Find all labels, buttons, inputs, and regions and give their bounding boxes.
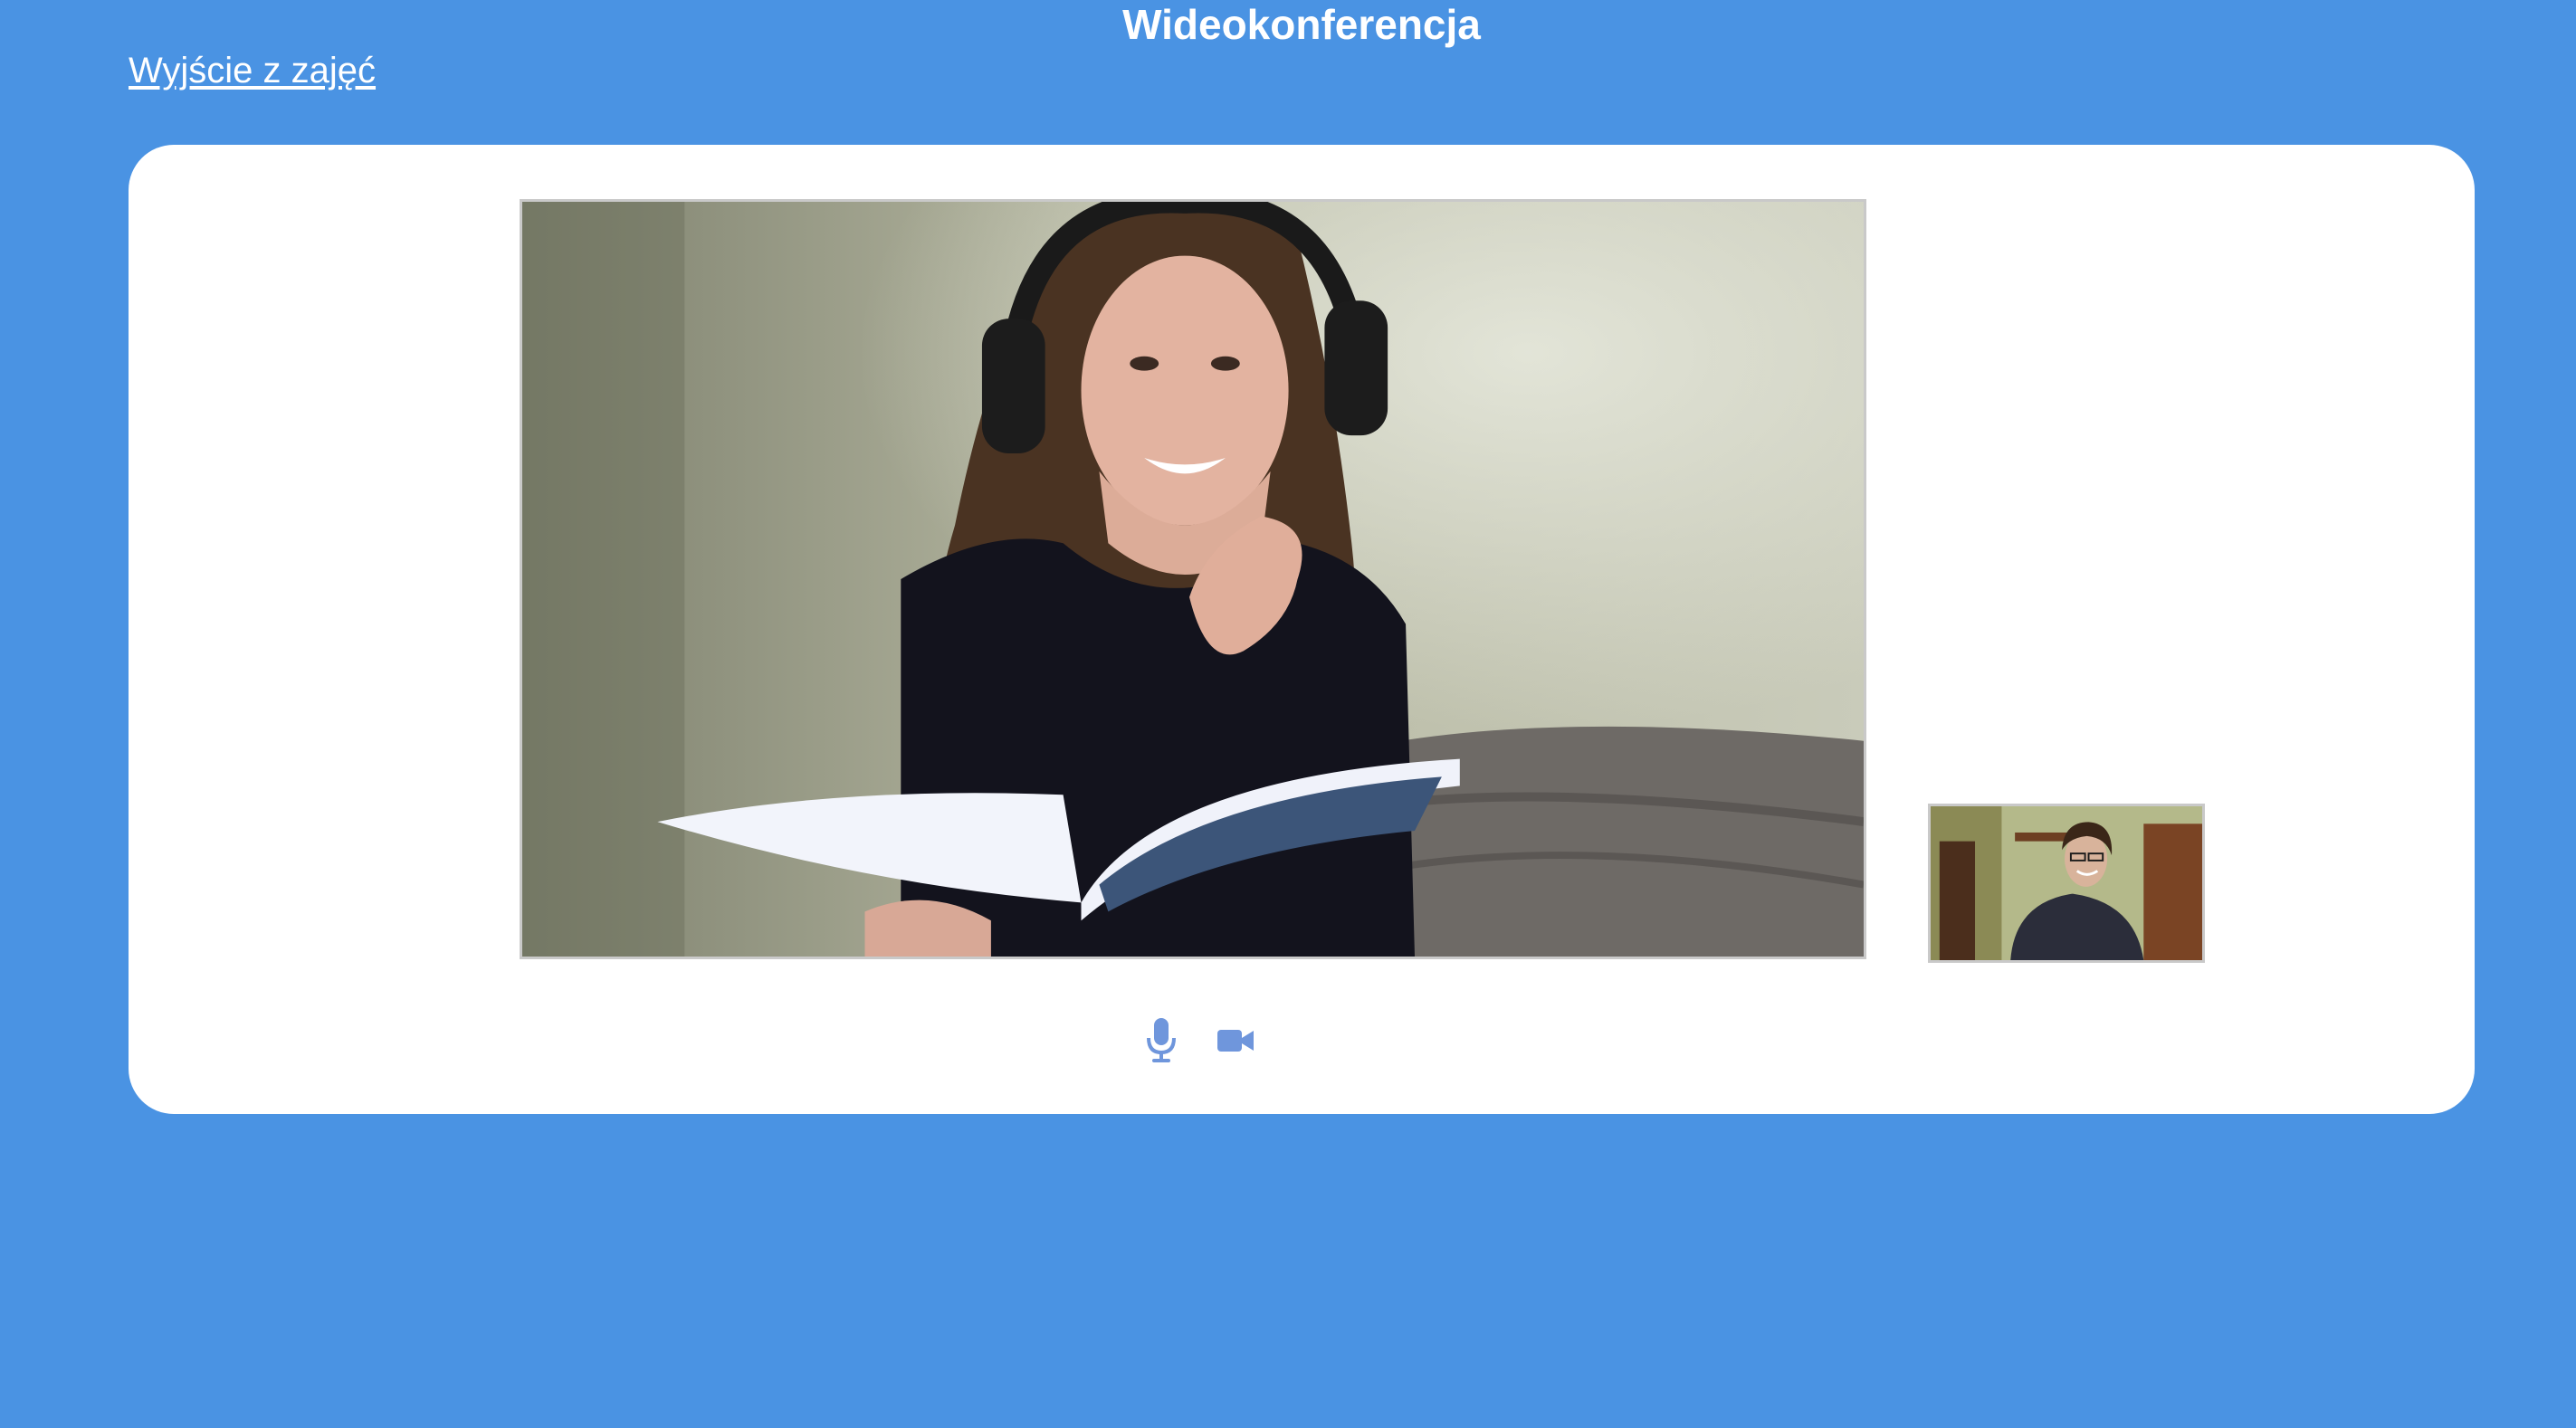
video-panel [129, 145, 2475, 1114]
media-controls [1140, 1014, 1256, 1068]
remote-video-feed [520, 199, 1866, 959]
exit-class-link[interactable]: Wyjście z zajęć [129, 45, 376, 96]
camera-toggle-button[interactable] [1215, 1014, 1256, 1068]
self-video-frame [1931, 806, 2202, 960]
microphone-icon [1147, 1018, 1176, 1062]
microphone-toggle-button[interactable] [1140, 1014, 1182, 1068]
self-video-preview [1928, 804, 2205, 963]
video-camera-icon [1217, 1030, 1254, 1052]
page: Wideokonferencja Wyjście z zajęć [0, 0, 2576, 1428]
page-title: Wideokonferencja [1122, 1, 1481, 48]
remote-video-frame [522, 202, 1864, 957]
